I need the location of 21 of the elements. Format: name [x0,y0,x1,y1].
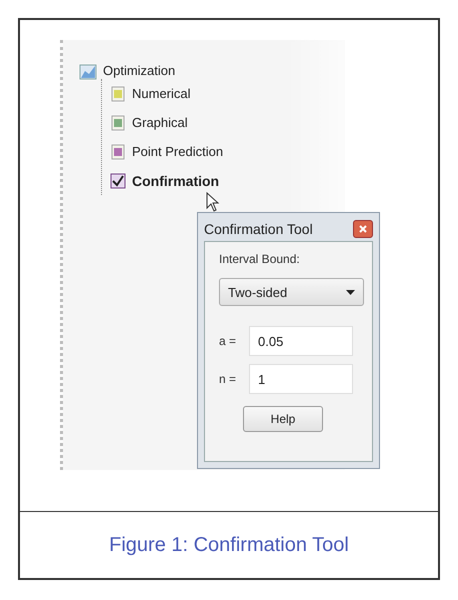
chart-icon [79,62,97,80]
input-field[interactable]: 1 [249,364,353,394]
checkbox-icon [110,172,126,188]
input-field[interactable]: 0.05 [249,326,353,356]
field-label: a = [219,334,238,348]
interval-dropdown[interactable]: Two-sided [219,278,364,306]
field-label: n = [219,372,238,386]
tree-item[interactable]: Graphical [102,108,345,137]
help-button[interactable]: Help [243,406,323,432]
document-icon [110,114,126,130]
mouse-cursor-icon [206,192,220,212]
document-icon [110,144,126,160]
close-button[interactable] [353,220,373,238]
document-icon [110,86,126,102]
interval-bound-label: Interval Bound: [219,252,301,266]
tree-item[interactable]: Confirmation [102,166,345,195]
close-icon [358,224,368,234]
caret-icon [346,290,355,294]
figure-caption: Figure 1: Confirmation Tool [109,534,349,556]
tree-item[interactable]: Point Prediction [102,137,345,166]
dialog-title: Confirmation Tool [204,221,313,237]
